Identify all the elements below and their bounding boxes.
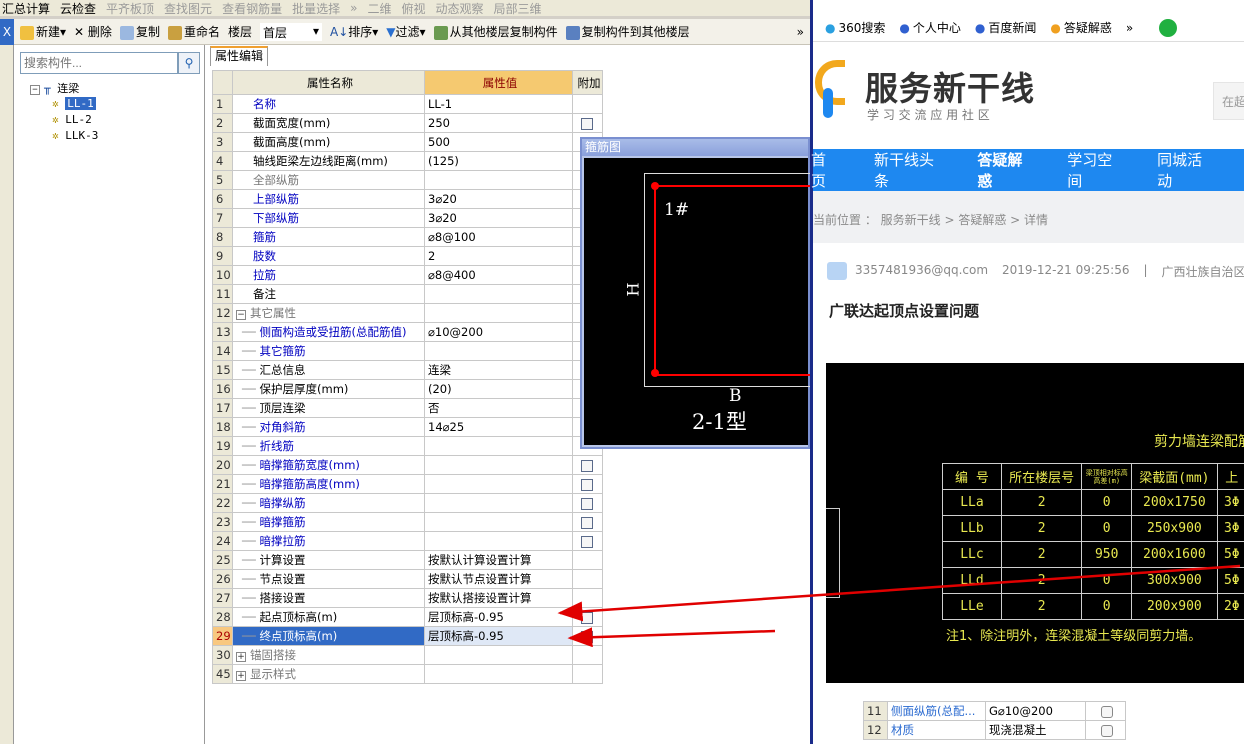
arrow-line bbox=[557, 564, 1241, 622]
annotation-arrows bbox=[557, 564, 1241, 648]
arrow-line bbox=[567, 627, 776, 648]
